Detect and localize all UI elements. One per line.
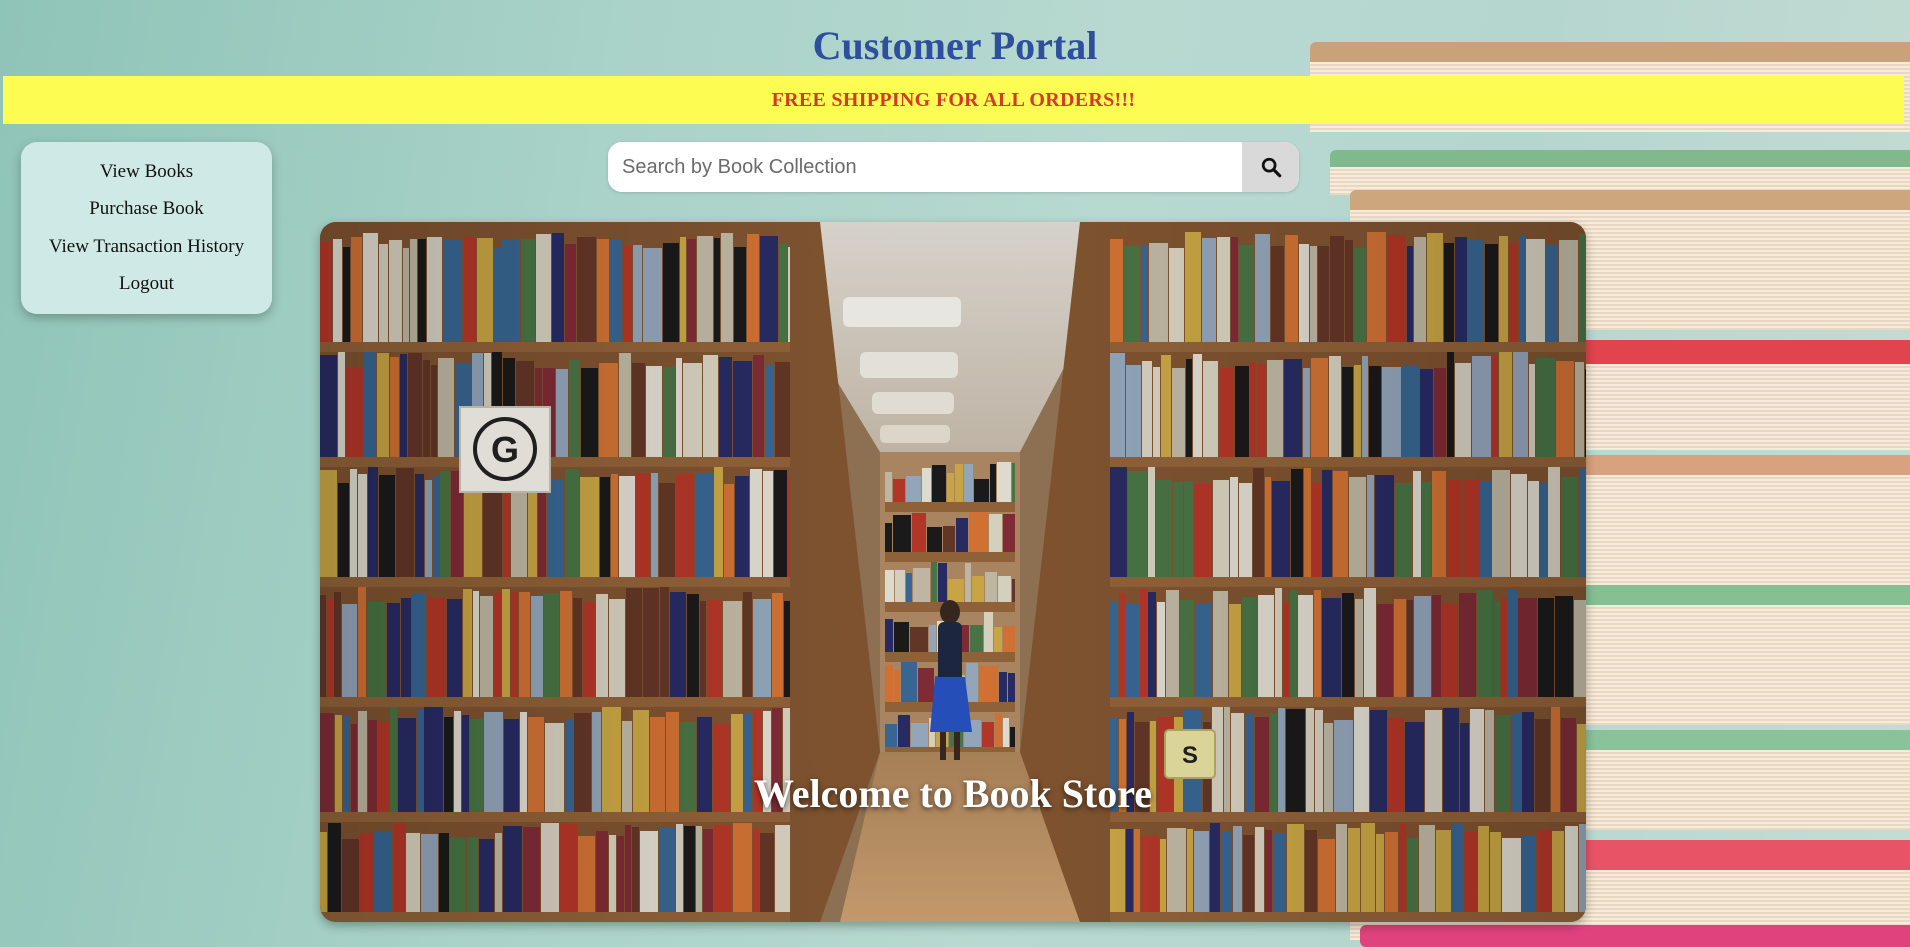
sidebar-item-view-books[interactable]: View Books [100,161,193,183]
sidebar-item-purchase-book[interactable]: Purchase Book [89,198,204,220]
search-bar [608,142,1299,192]
promo-banner: FREE SHIPPING FOR ALL ORDERS!!! [3,76,1904,124]
hero-title: Welcome to Book Store [753,771,1153,816]
sidebar-item-logout[interactable]: Logout [119,273,174,295]
page-title: Customer Portal [812,23,1098,68]
search-button[interactable] [1242,142,1299,192]
sidebar-menu: View Books Purchase Book View Transactio… [21,142,272,314]
hero-banner: G S Welcome to Book Store [320,222,1586,922]
search-input[interactable] [608,142,1242,192]
sidebar-item-view-transaction-history[interactable]: View Transaction History [49,236,244,258]
promo-banner-text: FREE SHIPPING FOR ALL ORDERS!!! [771,88,1136,111]
search-icon [1261,157,1281,178]
bookstore-aisle-image: G S [320,222,1586,922]
